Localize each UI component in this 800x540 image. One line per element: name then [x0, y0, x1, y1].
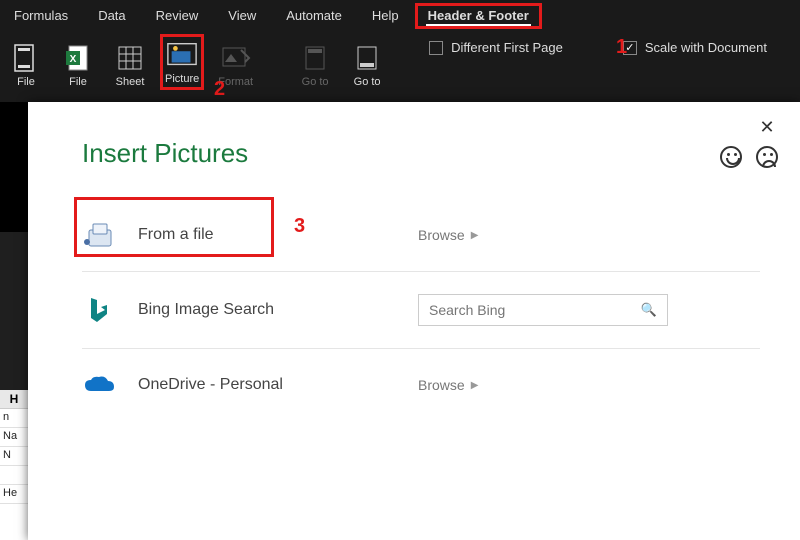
ribbon-options-group: Different First Page — [429, 34, 563, 55]
sheet-column-header[interactable]: H — [0, 390, 28, 409]
page-icon — [10, 42, 42, 74]
bing-search-input[interactable] — [429, 302, 641, 318]
scale-with-document-checkbox[interactable]: ✓ Scale with Document — [623, 40, 767, 55]
picture-icon — [166, 39, 198, 71]
sheet-peek: H n Na N He — [0, 390, 28, 540]
scale-doc-label: Scale with Document — [645, 40, 767, 55]
goto-label-2: Go to — [354, 76, 381, 88]
search-icon: 🔍 — [641, 302, 657, 318]
ribbon-options-group-2: ✓ Scale with Document — [623, 34, 767, 55]
annotation-1: 1 — [616, 36, 627, 59]
tab-data[interactable]: Data — [84, 3, 139, 29]
file-button-1[interactable]: File — [4, 40, 48, 90]
picture-button[interactable]: Picture — [160, 34, 204, 90]
onedrive-icon — [82, 371, 116, 399]
sheet-cell[interactable]: He — [0, 485, 28, 504]
annotation-3: 3 — [294, 215, 305, 238]
ribbon-tabs: Formulas Data Review View Automate Help … — [0, 0, 800, 28]
onedrive-browse-link[interactable]: Browse ▶ — [418, 377, 478, 393]
tab-help[interactable]: Help — [358, 3, 413, 29]
onedrive-label: OneDrive - Personal — [138, 376, 418, 394]
different-first-label: Different First Page — [451, 40, 563, 55]
sheet-cell[interactable]: n — [0, 409, 28, 428]
close-button[interactable]: ✕ — [752, 112, 782, 142]
tab-view[interactable]: View — [214, 3, 270, 29]
feedback-frown-icon[interactable] — [756, 146, 778, 168]
file-label-2: File — [69, 76, 87, 88]
goto-header-icon — [299, 42, 331, 74]
goto-label-1: Go to — [302, 76, 329, 88]
file-label-1: File — [17, 76, 35, 88]
feedback-buttons — [720, 146, 778, 168]
excel-file-icon: X — [62, 42, 94, 74]
goto-footer-button[interactable]: Go to — [345, 40, 389, 90]
option-onedrive[interactable]: OneDrive - Personal Browse ▶ — [82, 349, 760, 421]
close-icon: ✕ — [759, 117, 774, 138]
file-button-2[interactable]: X File — [56, 40, 100, 90]
format-picture-icon — [220, 42, 252, 74]
tab-formulas[interactable]: Formulas — [0, 3, 82, 29]
different-first-page-checkbox[interactable]: Different First Page — [429, 40, 563, 55]
browse-text: Browse — [418, 227, 465, 243]
sheet-label: Sheet — [116, 76, 145, 88]
sheet-cell[interactable]: N — [0, 447, 28, 466]
annotation-2: 2 — [214, 78, 225, 101]
goto-header-button: Go to — [293, 40, 337, 90]
chevron-right-icon: ▶ — [471, 230, 479, 241]
annotation-box-3 — [74, 197, 274, 257]
from-file-browse-link[interactable]: Browse ▶ — [418, 227, 478, 243]
chevron-right-icon: ▶ — [471, 380, 479, 391]
bing-search-box[interactable]: 🔍 — [418, 294, 668, 326]
feedback-smile-icon[interactable] — [720, 146, 742, 168]
option-bing-search: Bing Image Search 🔍 — [82, 272, 760, 349]
bing-icon — [82, 296, 116, 324]
ribbon: File X File Sheet Picture Format — [0, 28, 800, 102]
picture-label: Picture — [165, 73, 199, 85]
sheet-cell[interactable] — [0, 466, 28, 485]
insert-pictures-dialog: ✕ Insert Pictures From a file Browse ▶ B… — [28, 102, 800, 540]
tab-automate[interactable]: Automate — [272, 3, 356, 29]
ribbon-group-header-footer: File X File Sheet Picture Format — [4, 34, 389, 90]
bing-label: Bing Image Search — [138, 301, 418, 319]
dialog-title: Insert Pictures — [28, 102, 800, 179]
tab-review[interactable]: Review — [142, 3, 213, 29]
sheet-button[interactable]: Sheet — [108, 40, 152, 90]
browse-text: Browse — [418, 377, 465, 393]
tab-header-footer[interactable]: Header & Footer — [415, 3, 542, 29]
goto-footer-icon — [351, 42, 383, 74]
sheet-icon — [114, 42, 146, 74]
svg-text:X: X — [70, 54, 77, 65]
sheet-cell[interactable]: Na — [0, 428, 28, 447]
checkbox-unchecked-icon — [429, 41, 443, 55]
